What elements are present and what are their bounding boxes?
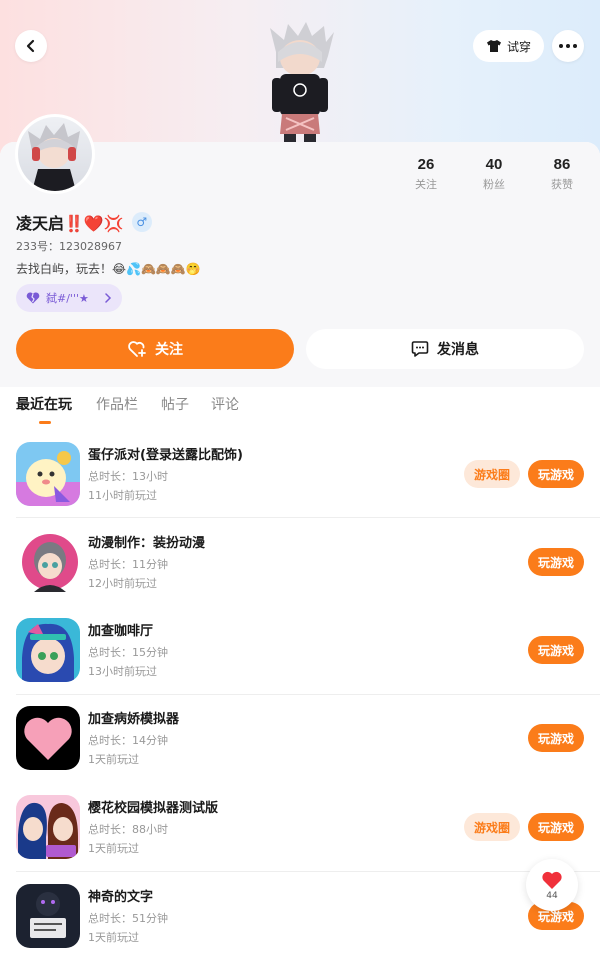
play-game-button[interactable]: 玩游戏: [528, 548, 584, 576]
game-duration: 总时长：14分钟: [88, 734, 168, 747]
floating-like-button[interactable]: 44: [526, 859, 578, 911]
game-circle-button[interactable]: 游戏圈: [464, 813, 520, 841]
game-title: 动漫制作：装扮动漫: [88, 536, 206, 551]
game-duration: 总时长：13小时: [88, 470, 168, 483]
game-last-played: 13小时前玩过: [88, 665, 157, 678]
message-label: 发消息: [437, 342, 479, 358]
back-button[interactable]: [15, 30, 47, 62]
game-last-played: 1天前玩过: [88, 842, 139, 855]
stat-following[interactable]: 26 关注: [396, 156, 456, 192]
game-duration: 总时长：88小时: [88, 823, 168, 836]
profile-tag-label: 弑#/'''★: [46, 292, 89, 305]
stat-fans-value: 40: [485, 156, 503, 173]
game-title: 加查病娇模拟器: [88, 712, 180, 727]
try-on-label: 试穿: [506, 39, 531, 54]
game-item[interactable]: 蛋仔派对(登录送露比配饰) 总时长：13小时 11小时前玩过 游戏圈 玩游戏: [0, 430, 600, 518]
like-count: 44: [546, 890, 558, 901]
heart-plus-icon: [128, 341, 146, 357]
avatar[interactable]: [15, 114, 95, 194]
tab-works[interactable]: 作品栏: [96, 394, 138, 414]
character-figure: [270, 22, 334, 144]
chevron-left-icon: [26, 39, 35, 53]
stat-likes[interactable]: 86 获赞: [532, 156, 592, 192]
tab-posts[interactable]: 帖子: [161, 394, 189, 414]
try-on-button[interactable]: 试穿: [473, 30, 544, 62]
username: 凌天启‼️❤️💢: [16, 214, 124, 233]
more-dots-icon: [559, 44, 577, 48]
bio: 去找白屿，玩去！😂💦🙈🙈🙈🤭: [16, 262, 201, 276]
chat-bubble-icon: [411, 341, 429, 357]
stat-following-label: 关注: [415, 178, 437, 191]
avatar-image: [28, 123, 80, 191]
anime-dressup-icon: [16, 530, 80, 594]
gacha-cafe-icon: [16, 618, 80, 682]
game-duration: 总时长：51分钟: [88, 912, 168, 925]
game-last-played: 1天前玩过: [88, 931, 139, 944]
tab-recently-played[interactable]: 最近在玩: [16, 394, 72, 414]
tab-comments[interactable]: 评论: [211, 394, 239, 414]
game-item[interactable]: 加查咖啡厅 总时长：15分钟 13小时前玩过 玩游戏: [0, 606, 600, 694]
stat-following-value: 26: [417, 156, 435, 173]
game-last-played: 1天前玩过: [88, 753, 139, 766]
tshirt-icon: [486, 40, 501, 52]
game-duration: 总时长：11分钟: [88, 558, 168, 571]
stat-likes-label: 获赞: [551, 178, 573, 191]
user-id: 233号：123028967: [16, 240, 122, 253]
game-item[interactable]: 加查病娇模拟器 总时长：14分钟 1天前玩过 玩游戏: [0, 694, 600, 782]
play-game-button[interactable]: 玩游戏: [528, 636, 584, 664]
eggy-party-icon: [16, 442, 80, 506]
username-row: 凌天启‼️❤️💢 ♂: [16, 210, 152, 234]
stat-likes-value: 86: [553, 156, 571, 173]
play-game-button[interactable]: 玩游戏: [528, 813, 584, 841]
profile-tag[interactable]: 弑#/'''★: [16, 284, 122, 312]
broken-heart-icon: [26, 292, 40, 304]
game-title: 神奇的文字: [88, 890, 154, 905]
play-game-button[interactable]: 玩游戏: [528, 724, 584, 752]
sakura-school-icon: [16, 795, 80, 859]
heart-icon: [542, 871, 562, 889]
game-circle-button[interactable]: 游戏圈: [464, 460, 520, 488]
game-last-played: 12小时前玩过: [88, 577, 157, 590]
stat-fans-label: 粉丝: [483, 178, 505, 191]
follow-button[interactable]: 关注: [16, 329, 294, 369]
more-button[interactable]: [552, 30, 584, 62]
magic-text-icon: [16, 884, 80, 948]
game-title: 樱花校园模拟器测试版: [88, 801, 219, 816]
heart-game-icon: [16, 706, 80, 770]
game-item[interactable]: 动漫制作：装扮动漫 总时长：11分钟 12小时前玩过 玩游戏: [0, 518, 600, 606]
follow-label: 关注: [155, 342, 183, 358]
game-title: 加查咖啡厅: [88, 624, 154, 639]
game-duration: 总时长：15分钟: [88, 646, 168, 659]
chevron-right-icon: [105, 293, 112, 303]
stat-fans[interactable]: 40 粉丝: [464, 156, 524, 192]
message-button[interactable]: 发消息: [306, 329, 584, 369]
game-item[interactable]: 樱花校园模拟器测试版 总时长：88小时 1天前玩过 游戏圈 玩游戏: [0, 783, 600, 871]
play-game-button[interactable]: 玩游戏: [528, 460, 584, 488]
game-last-played: 11小时前玩过: [88, 489, 157, 502]
game-title: 蛋仔派对(登录送露比配饰): [88, 448, 243, 463]
male-icon: ♂: [131, 212, 152, 232]
tab-active-indicator: [39, 421, 51, 424]
game-item[interactable]: 神奇的文字 总时长：51分钟 1天前玩过 玩游戏: [0, 872, 600, 960]
